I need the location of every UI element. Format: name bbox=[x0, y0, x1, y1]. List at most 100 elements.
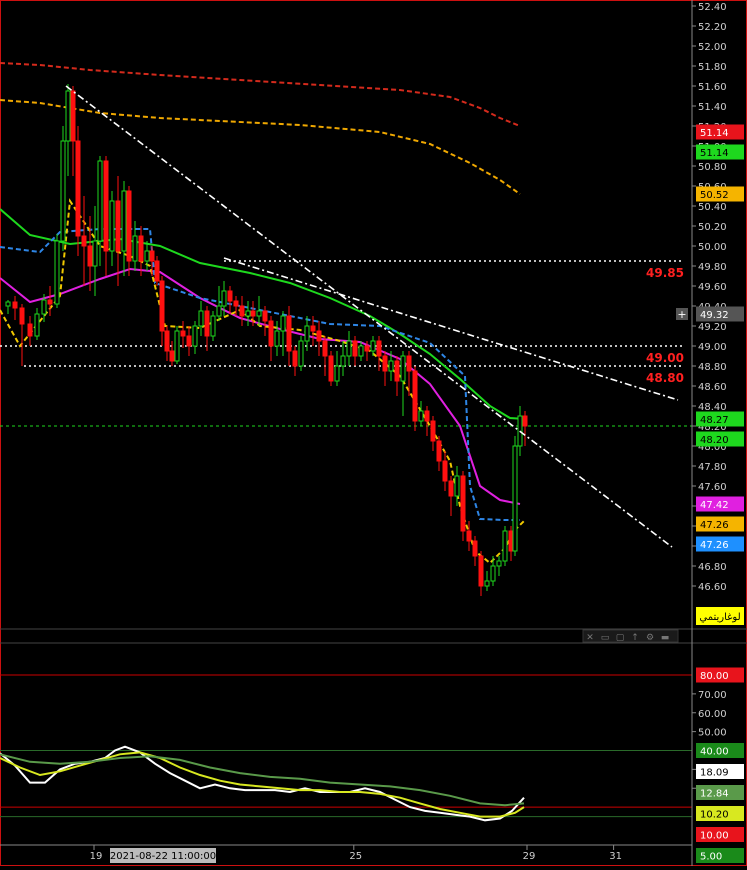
candle bbox=[286, 306, 292, 366]
candle-body bbox=[424, 410, 430, 422]
candle bbox=[292, 346, 298, 376]
candle-body bbox=[164, 330, 170, 352]
x-tick-label: 31 bbox=[609, 851, 622, 862]
oscillator-panel[interactable] bbox=[0, 674, 692, 822]
candle bbox=[144, 241, 150, 271]
y-tick-label: 50.80 bbox=[698, 162, 727, 173]
x-tick-label: 29 bbox=[523, 851, 536, 862]
arrow-up-icon[interactable]: ↑ bbox=[631, 633, 639, 643]
candle bbox=[484, 571, 490, 591]
candle-body bbox=[376, 340, 382, 357]
y-tick-label: 49.60 bbox=[698, 282, 727, 293]
level-label: 49.00 bbox=[646, 351, 684, 365]
candle bbox=[198, 301, 204, 336]
candle bbox=[502, 526, 508, 566]
candle-body bbox=[442, 460, 448, 482]
price-panel[interactable]: 49.85 49.00 48.80 bbox=[0, 62, 692, 596]
osc-badge: 5.00 bbox=[696, 848, 744, 863]
candle-body bbox=[382, 355, 388, 372]
candle-body bbox=[358, 345, 364, 357]
candle-body bbox=[298, 340, 304, 367]
collapse-icon[interactable]: ▬ bbox=[661, 633, 670, 643]
candle-body bbox=[448, 480, 454, 497]
candle bbox=[164, 326, 170, 361]
candle bbox=[210, 311, 216, 341]
candle bbox=[298, 336, 304, 371]
candle-body bbox=[490, 565, 496, 582]
candle-body bbox=[268, 320, 274, 347]
candle bbox=[370, 336, 376, 356]
price-badge-label: 50.52 bbox=[700, 190, 729, 201]
crosshair-date-label: 2021-08-22 11:00:00 bbox=[110, 851, 216, 862]
osc-badge-label: 12.84 bbox=[700, 789, 729, 800]
osc-badge-label: 40.00 bbox=[700, 747, 729, 758]
candle bbox=[328, 351, 334, 386]
y-tick-label: 46.80 bbox=[698, 562, 727, 573]
candle bbox=[496, 556, 502, 576]
candle-body bbox=[180, 330, 186, 337]
candle bbox=[280, 311, 286, 356]
minimize-icon[interactable]: ▭ bbox=[601, 633, 610, 643]
candle-body bbox=[149, 250, 155, 262]
maximize-icon[interactable]: ▢ bbox=[616, 633, 625, 643]
candle bbox=[316, 321, 322, 356]
candle bbox=[174, 326, 180, 364]
candle bbox=[159, 276, 165, 346]
candle bbox=[478, 551, 484, 596]
candle-body bbox=[121, 190, 127, 252]
candle bbox=[92, 206, 98, 296]
candle-body bbox=[280, 315, 286, 332]
candle-body bbox=[192, 325, 198, 347]
candle-body bbox=[103, 160, 109, 252]
osc-tick-label: 50.00 bbox=[698, 728, 727, 739]
osc-badge: 12.84 bbox=[696, 785, 744, 800]
candle bbox=[268, 316, 274, 361]
crosshair-date: 2021-08-22 11:00:00 bbox=[110, 848, 216, 863]
candle bbox=[382, 351, 388, 386]
chart-window: 49.85 49.00 48.80 ✕ ▭ ▢ ↑ ⚙ ▬ 52.40 52.20 52.00 51… bbox=[0, 0, 747, 866]
price-badge-label: 47.42 bbox=[700, 500, 729, 511]
candle-body bbox=[484, 580, 490, 587]
candle bbox=[466, 521, 472, 551]
price-badge-label: 48.27 bbox=[700, 415, 729, 426]
candle-body bbox=[292, 350, 298, 367]
price-badge: 47.42 bbox=[696, 496, 744, 512]
y-tick-label: 51.40 bbox=[698, 102, 727, 113]
candle-body bbox=[87, 245, 93, 267]
candle bbox=[256, 296, 262, 326]
candle-body bbox=[352, 340, 358, 357]
osc-badge-label: 10.00 bbox=[700, 831, 729, 842]
candle-body bbox=[54, 240, 60, 305]
logarithmic-toggle[interactable]: لوغاريتمي bbox=[696, 607, 744, 625]
price-badge: 48.27 bbox=[696, 411, 744, 427]
osc-badge-label: 10.20 bbox=[700, 810, 729, 821]
candle bbox=[60, 126, 66, 251]
candle-body bbox=[109, 200, 115, 252]
level-label: 49.85 bbox=[646, 266, 684, 280]
candle bbox=[34, 308, 40, 340]
candle-body bbox=[12, 301, 18, 309]
candle bbox=[522, 411, 528, 446]
y-tick-label: 51.80 bbox=[698, 62, 727, 73]
price-badge: 51.14 bbox=[696, 124, 744, 140]
candle-body bbox=[75, 140, 81, 237]
candle-body bbox=[81, 235, 87, 247]
panel-separator[interactable]: ✕ ▭ ▢ ↑ ⚙ ▬ bbox=[0, 628, 747, 644]
candle bbox=[216, 286, 222, 321]
price-badge-label: 51.14 bbox=[700, 128, 729, 139]
level-label: 48.80 bbox=[646, 371, 684, 385]
candle-body bbox=[436, 440, 442, 462]
x-tick-label: 25 bbox=[349, 851, 362, 862]
y-tick-label: 47.60 bbox=[698, 482, 727, 493]
candle-body bbox=[460, 475, 466, 532]
candle-body bbox=[250, 310, 256, 317]
candle-body bbox=[126, 190, 132, 262]
candle-body bbox=[364, 345, 370, 352]
settings-icon[interactable]: ⚙ bbox=[646, 633, 654, 643]
candle-body bbox=[239, 305, 245, 317]
candle bbox=[47, 286, 53, 316]
candle-body bbox=[304, 325, 310, 342]
candle bbox=[138, 226, 144, 276]
close-icon[interactable]: ✕ bbox=[586, 633, 594, 643]
candle-body bbox=[198, 310, 204, 327]
